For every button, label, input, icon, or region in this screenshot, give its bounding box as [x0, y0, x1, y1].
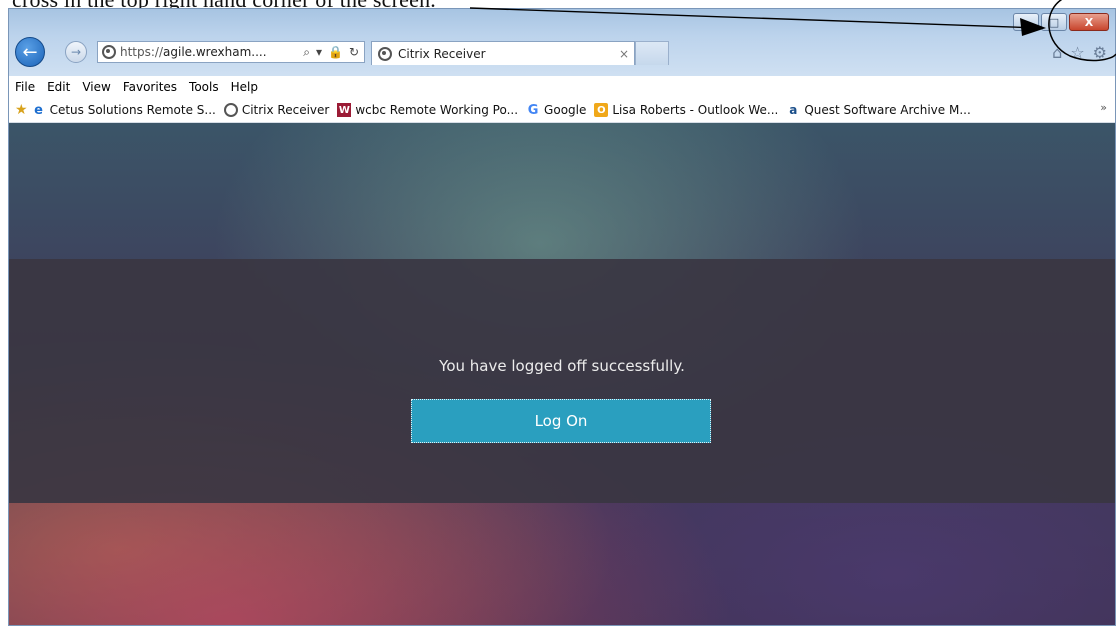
favorites-bar: ★ e Cetus Solutions Remote S... Citrix Re…: [9, 98, 1115, 123]
wcbc-icon: W: [337, 103, 352, 117]
favorite-outlook[interactable]: O Lisa Roberts - Outlook We...: [594, 103, 778, 117]
dropdown-icon[interactable]: ▾: [316, 45, 322, 60]
favorites-overflow-icon[interactable]: »: [1100, 101, 1107, 114]
ie-icon: e: [34, 102, 43, 118]
address-bar[interactable]: https://agile.wrexham.... ⌕ ▾ 🔒 ↻: [97, 41, 365, 63]
tab-title: Citrix Receiver: [398, 46, 486, 61]
menu-view[interactable]: View: [76, 80, 116, 94]
favorites-star-icon[interactable]: ☆: [1070, 43, 1084, 62]
address-url[interactable]: https://agile.wrexham....: [120, 45, 303, 59]
new-tab-button[interactable]: [635, 41, 669, 65]
menu-bar: File Edit View Favorites Tools Help: [9, 76, 1115, 98]
citrix-page: You have logged off successfully. Log On: [9, 123, 1115, 625]
favorites-add-icon[interactable]: ★: [15, 102, 28, 118]
menu-help[interactable]: Help: [225, 80, 264, 94]
search-icon[interactable]: ⌕: [303, 45, 310, 60]
favorite-wcbc[interactable]: Wwcbc Remote Working Po...: [337, 103, 518, 117]
quest-icon: a: [789, 103, 798, 117]
browser-window: – □ X ← → https://agile.wrexham.... ⌕ ▾ …: [8, 8, 1116, 626]
close-tab-icon[interactable]: ×: [614, 47, 634, 61]
menu-favorites[interactable]: Favorites: [117, 80, 183, 94]
logoff-panel: [9, 259, 1115, 503]
home-icon[interactable]: ⌂: [1052, 43, 1062, 62]
menu-edit[interactable]: Edit: [41, 80, 76, 94]
minimize-button[interactable]: –: [1013, 13, 1039, 31]
back-arrow-icon: ←: [22, 41, 38, 63]
google-icon: G: [527, 102, 539, 118]
menu-tools[interactable]: Tools: [183, 80, 225, 94]
favorite-citrix[interactable]: Citrix Receiver: [223, 103, 329, 117]
favorite-quest[interactable]: a Quest Software Archive M...: [786, 103, 971, 117]
outlook-icon: O: [594, 103, 609, 117]
logon-button[interactable]: Log On: [411, 399, 711, 443]
back-button[interactable]: ←: [15, 37, 45, 67]
citrix-site-icon: [102, 45, 116, 59]
address-tools: ⌕ ▾ 🔒 ↻: [303, 45, 364, 60]
close-window-button[interactable]: X: [1069, 13, 1109, 31]
favorite-cetus[interactable]: e Cetus Solutions Remote S...: [32, 102, 216, 118]
citrix-icon: [223, 103, 238, 117]
forward-button[interactable]: →: [65, 41, 87, 63]
window-controls: – □ X: [1013, 13, 1109, 31]
navigation-bar: ← → https://agile.wrexham.... ⌕ ▾ 🔒 ↻ Ci…: [9, 37, 1115, 67]
browser-toolbar-icons: ⌂ ☆ ⚙: [1052, 43, 1107, 62]
gear-icon[interactable]: ⚙: [1093, 43, 1107, 62]
citrix-tab-icon: [378, 46, 392, 61]
lock-icon[interactable]: 🔒: [328, 45, 343, 60]
refresh-icon[interactable]: ↻: [349, 45, 359, 60]
forward-arrow-icon: →: [70, 45, 82, 59]
menu-file[interactable]: File: [9, 80, 41, 94]
favorite-google[interactable]: G Google: [526, 102, 587, 118]
tab-citrix-receiver[interactable]: Citrix Receiver ×: [371, 41, 635, 65]
logoff-message: You have logged off successfully.: [439, 357, 685, 375]
maximize-button[interactable]: □: [1041, 13, 1067, 31]
